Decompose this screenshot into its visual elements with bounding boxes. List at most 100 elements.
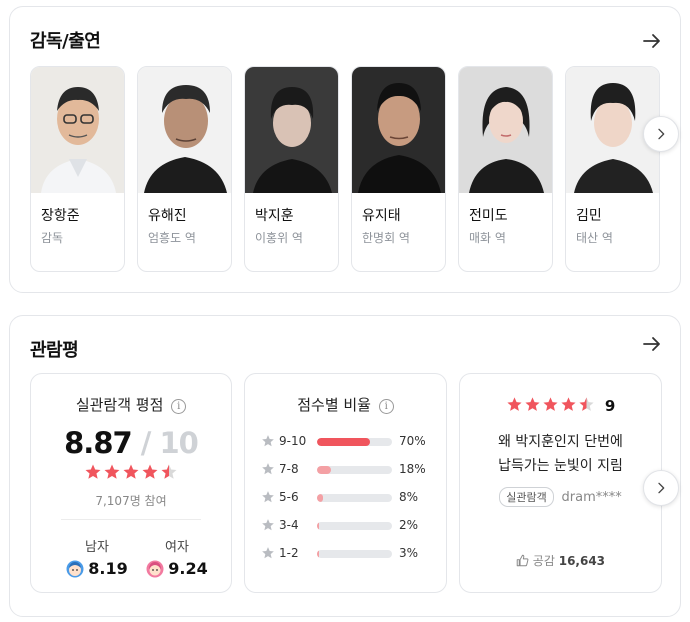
chevron-right-icon [653, 126, 669, 142]
male-score-value: 8.19 [88, 559, 128, 578]
person-name: 유지태 [362, 208, 401, 224]
star-icon [262, 547, 274, 559]
score-distribution-box: 점수별 비율 i 9-10 70% 7-8 18% 5-6 8% 3-4 2% 1-2 3% [244, 373, 447, 593]
star-icon [262, 491, 274, 503]
cast-card[interactable]: 박지훈 이홍위 역 [244, 66, 339, 272]
star-icon [104, 464, 119, 479]
star-icon [525, 397, 540, 411]
score-range-fill [317, 494, 323, 502]
person-role: 태산 역 [576, 231, 613, 245]
score-value: 8.87 [64, 426, 133, 460]
person-name: 김민 [576, 208, 602, 224]
female-face-icon [146, 560, 164, 577]
review-rating: 9 [460, 396, 661, 417]
star-icon [579, 397, 594, 411]
average-score: 8.87 / 10 [31, 426, 231, 460]
review-meta: 실관람객 dram**** [460, 487, 661, 507]
score-box-title: 실관람객 평점 [75, 396, 164, 414]
score-range-fill [317, 522, 319, 530]
cast-card[interactable]: 장항준 감독 [30, 66, 125, 272]
cast-card[interactable]: 유해진 엄흥도 역 [137, 66, 232, 272]
score-range-bar [317, 494, 392, 502]
star-icon [123, 464, 138, 479]
person-role: 엄흥도 역 [148, 231, 196, 245]
cast-card[interactable]: 유지태 한명회 역 [351, 66, 446, 272]
score-range-fill [317, 438, 370, 446]
review-text-line: 납득가는 눈빛이 지림 [498, 458, 623, 474]
participant-count: 7,107명 참여 [95, 494, 167, 508]
review-text-line: 왜 박지훈인지 단번에 [498, 434, 623, 450]
score-range-row: 5-6 8% [261, 489, 441, 507]
like-button[interactable]: 공감 16,643 [460, 552, 661, 569]
verified-badge: 실관람객 [499, 487, 554, 507]
score-range-percent: 8% [399, 490, 419, 504]
score-range-bar [317, 522, 392, 530]
dist-box-title: 점수별 비율 [297, 396, 371, 414]
score-range-row: 7-8 18% [261, 461, 441, 479]
female-score: 여자 9.24 [142, 536, 212, 578]
person-photo [138, 67, 231, 193]
score-slash: / [140, 426, 152, 460]
star-icon [262, 463, 274, 475]
female-score-value: 9.24 [168, 559, 208, 578]
featured-review-box[interactable]: 9 왜 박지훈인지 단번에 납득가는 눈빛이 지림 실관람객 dram**** … [459, 373, 662, 593]
score-range-row: 3-4 2% [261, 517, 441, 535]
score-range-bar [317, 550, 392, 558]
person-role: 한명회 역 [362, 231, 410, 245]
person-role: 매화 역 [469, 231, 506, 245]
person-name: 박지훈 [255, 208, 294, 224]
star-icon [262, 435, 274, 447]
cast-section-title: 감독/출연 [30, 31, 101, 52]
dist-box-header: 점수별 비율 i [245, 394, 446, 415]
review-text: 왜 박지훈인지 단번에 납득가는 눈빛이 지림 [470, 430, 651, 478]
divider [61, 519, 201, 520]
audience-score-box: 실관람객 평점 i 8.87 / 10 7,107명 참여 남자 8.19 여자… [30, 373, 232, 593]
score-range-fill [317, 466, 331, 474]
star-icon [561, 397, 576, 411]
thumbs-up-icon [516, 554, 529, 567]
star-icon [507, 397, 522, 411]
person-role: 감독 [41, 231, 64, 245]
person-role: 이홍위 역 [255, 231, 303, 245]
star-icon [85, 464, 100, 479]
cast-list: 장항준 감독 유해진 엄흥도 역 박지훈 이홍위 역 유지태 한명회 역 전미도… [30, 66, 662, 274]
cast-next-button[interactable] [643, 116, 679, 152]
person-photo [352, 67, 445, 193]
cast-section: 감독/출연 장항준 감독 유해진 엄흥도 역 박지훈 이홍위 역 유지태 한명회… [9, 6, 681, 293]
like-count: 16,643 [558, 554, 606, 568]
star-icon [142, 464, 157, 479]
person-photo [459, 67, 552, 193]
review-next-button[interactable] [643, 470, 679, 506]
cast-card[interactable]: 김민 태산 역 [565, 66, 660, 272]
score-range-percent: 70% [399, 434, 426, 448]
score-box-header: 실관람객 평점 i [31, 394, 231, 415]
male-face-icon [66, 560, 84, 577]
arrow-right-icon[interactable] [640, 332, 664, 356]
person-name: 전미도 [469, 208, 508, 224]
chevron-right-icon [653, 480, 669, 496]
cast-card[interactable]: 전미도 매화 역 [458, 66, 553, 272]
arrow-right-icon[interactable] [640, 29, 664, 53]
info-icon[interactable]: i [171, 399, 187, 414]
male-score: 남자 8.19 [62, 536, 132, 578]
info-icon[interactable]: i [378, 399, 394, 414]
score-range-label: 5-6 [279, 490, 299, 504]
score-range-label: 3-4 [279, 518, 299, 532]
review-user: dram**** [561, 490, 622, 505]
score-max: 10 [159, 426, 199, 460]
score-range-label: 9-10 [279, 434, 307, 448]
score-range-percent: 18% [399, 462, 426, 476]
review-score: 9 [604, 397, 616, 415]
score-range-label: 1-2 [279, 546, 299, 560]
score-range-fill [317, 550, 320, 558]
star-icon [543, 397, 558, 411]
female-label: 여자 [165, 540, 189, 555]
score-range-bar [317, 438, 392, 446]
star-rating [31, 463, 231, 485]
person-name: 장항준 [41, 208, 80, 224]
score-range-label: 7-8 [279, 462, 299, 476]
score-range-bar [317, 466, 392, 474]
male-label: 남자 [85, 540, 109, 555]
score-range-row: 1-2 3% [261, 545, 441, 563]
star-rating [506, 397, 596, 417]
